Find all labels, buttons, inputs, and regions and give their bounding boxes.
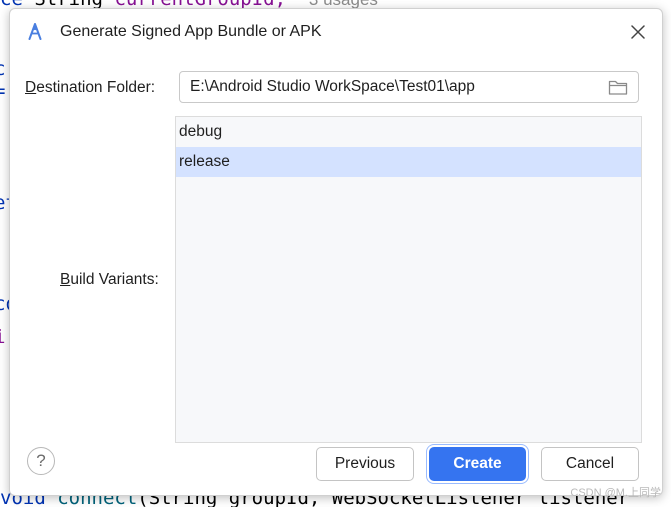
variant-item-release[interactable]: release bbox=[176, 147, 641, 177]
code-fragment: = bbox=[0, 80, 5, 102]
code-fragment: c bbox=[0, 58, 5, 80]
label-mnemonic: D bbox=[25, 79, 37, 96]
dialog-title: Generate Signed App Bundle or APK bbox=[60, 23, 322, 40]
previous-button[interactable]: Previous bbox=[316, 447, 414, 481]
build-variants-label: Build Variants: bbox=[60, 271, 159, 289]
dialog-titlebar: Generate Signed App Bundle or APK bbox=[10, 9, 662, 55]
destination-folder-label: Destination Folder: bbox=[25, 79, 155, 97]
generate-signed-bundle-dialog: Generate Signed App Bundle or APK Destin… bbox=[9, 8, 663, 496]
destination-folder-field[interactable]: E:\Android Studio WorkSpace\Test01\app bbox=[179, 71, 639, 103]
folder-icon[interactable] bbox=[608, 79, 628, 96]
android-studio-icon bbox=[28, 23, 42, 40]
label-text: uild Variants: bbox=[70, 271, 159, 288]
close-button[interactable] bbox=[628, 22, 648, 42]
close-icon bbox=[631, 25, 645, 39]
destination-folder-value[interactable]: E:\Android Studio WorkSpace\Test01\app bbox=[190, 78, 475, 96]
build-variants-list[interactable]: debug release bbox=[175, 116, 642, 443]
label-mnemonic: B bbox=[60, 271, 71, 288]
cancel-button[interactable]: Cancel bbox=[541, 447, 639, 481]
code-fragment: i bbox=[0, 326, 5, 348]
variant-item-debug[interactable]: debug bbox=[176, 117, 641, 147]
create-button[interactable]: Create bbox=[429, 447, 526, 481]
help-button[interactable]: ? bbox=[27, 447, 55, 475]
watermark: CSDN @M.上同学 bbox=[570, 487, 661, 499]
label-text: estination Folder: bbox=[36, 79, 156, 96]
help-icon: ? bbox=[36, 451, 46, 470]
